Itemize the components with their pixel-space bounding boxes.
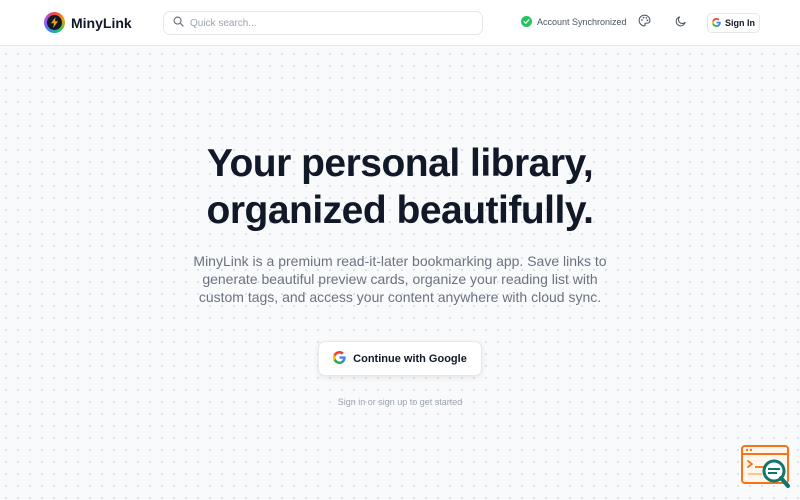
feedback-widget-button[interactable] (740, 444, 792, 490)
continue-with-google-button[interactable]: Continue with Google (318, 341, 482, 376)
google-icon (712, 17, 721, 29)
sync-status-text: Account Synchronized (537, 16, 627, 27)
moon-icon (675, 14, 687, 32)
sign-in-button[interactable]: Sign In (707, 13, 760, 33)
search-bar[interactable] (163, 11, 483, 35)
check-icon (521, 16, 532, 27)
hero-title: Your personal library, organized beautif… (0, 140, 800, 234)
continue-with-google-label: Continue with Google (353, 352, 467, 365)
feedback-widget-icon (740, 445, 792, 494)
palette-icon (638, 14, 651, 32)
dark-mode-toggle[interactable] (671, 13, 691, 33)
google-icon (333, 350, 346, 367)
app-name: MinyLink (71, 14, 132, 31)
sign-in-hint: Sign in or sign up to get started (337, 397, 463, 407)
hero-title-line-2: organized beautifully. (206, 189, 594, 232)
hero-description: MinyLink is a premium read-it-later book… (193, 253, 607, 305)
sign-in-label: Sign In (725, 18, 755, 28)
search-input[interactable] (190, 17, 470, 29)
logo-icon (44, 12, 65, 33)
theme-palette-button[interactable] (634, 13, 654, 33)
sync-status: Account Synchronized (521, 16, 627, 27)
hero-title-line-1: Your personal library, (206, 142, 594, 185)
app-logo[interactable]: MinyLink (44, 12, 132, 33)
top-navbar: MinyLink Account Synchronized (0, 0, 800, 46)
search-icon (173, 14, 184, 32)
